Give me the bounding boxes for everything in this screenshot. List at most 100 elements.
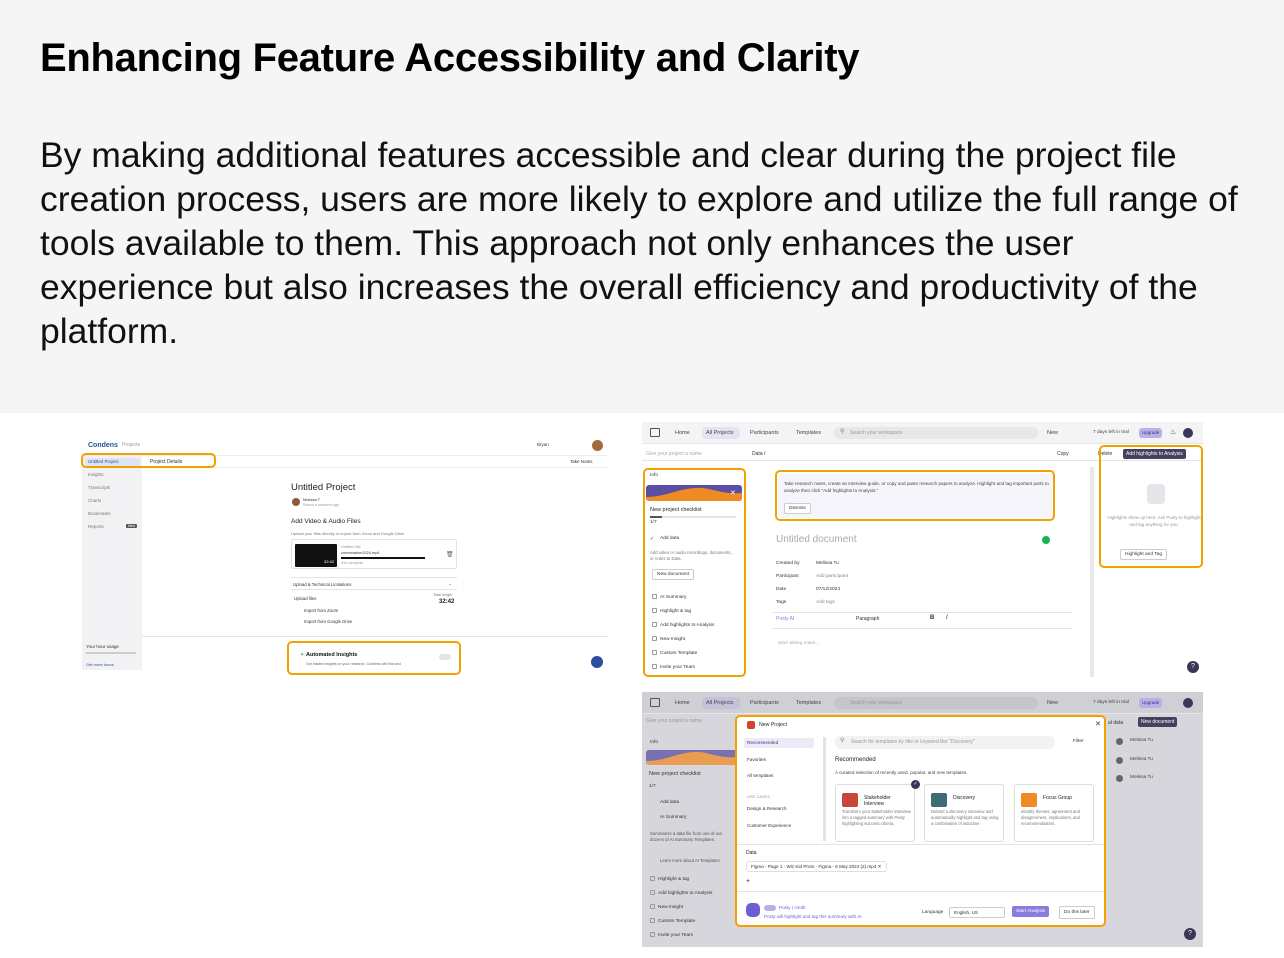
file-progress: 4% complete bbox=[341, 561, 363, 565]
sidebar-item-transcripts[interactable]: Transcripts bbox=[88, 485, 110, 490]
search-input[interactable]: Search your workspace bbox=[834, 697, 1038, 709]
file-card: 32:42 Untitled file conversation2024.mp4… bbox=[291, 539, 457, 569]
author-avatar bbox=[292, 498, 300, 506]
nav-all-projects[interactable]: All Projects bbox=[706, 700, 734, 706]
checklist-title: New project checklist bbox=[649, 771, 701, 777]
nav-templates[interactable]: Templates bbox=[796, 430, 821, 436]
upload-files-link[interactable]: Upload files bbox=[294, 596, 316, 601]
sidebar-item-insights[interactable]: Insights bbox=[88, 472, 104, 477]
chat-icon[interactable] bbox=[591, 656, 603, 668]
app-logo: Condens bbox=[88, 442, 118, 449]
field-date[interactable]: Date 07/12/2024 bbox=[776, 587, 840, 592]
sidebar-toggle-icon[interactable] bbox=[650, 428, 660, 437]
total-length-label: Total length bbox=[433, 593, 453, 597]
highlight-notice bbox=[775, 470, 1055, 521]
sidebar: Untitled Project Insights Transcripts Ch… bbox=[82, 456, 142, 670]
usage-label: Your hour usage bbox=[86, 644, 119, 649]
import-zoom-link[interactable]: Import from Zoom bbox=[304, 608, 338, 613]
data-row-owner[interactable]: Melissa Tu bbox=[1130, 775, 1153, 780]
ai-summary-sub: Summarize a data file from one of our do… bbox=[650, 831, 722, 842]
upload-progress bbox=[341, 557, 425, 559]
add-data-item[interactable]: Add data bbox=[660, 800, 679, 805]
highlight-analysis bbox=[1099, 445, 1203, 568]
checklist-item-highlight[interactable]: Highlight & tag bbox=[650, 876, 689, 882]
chevron-down-icon[interactable]: ⌄ bbox=[448, 581, 452, 587]
sidebar-item-bookmarks[interactable]: Bookmarks bbox=[88, 511, 111, 516]
checklist-item-add-highlights[interactable]: Add highlights to Analysis bbox=[650, 890, 712, 896]
document-title[interactable]: Untitled document bbox=[776, 534, 857, 545]
new-button[interactable]: New bbox=[1047, 430, 1058, 436]
project-name-input[interactable]: Give your project a name bbox=[646, 718, 702, 724]
paragraph-select[interactable]: Paragraph bbox=[856, 616, 879, 622]
data-tab[interactable]: al data bbox=[1108, 720, 1123, 726]
nav-home[interactable]: Home bbox=[675, 700, 690, 706]
usage-link[interactable]: Get more hours bbox=[86, 662, 114, 667]
usage-bar bbox=[86, 652, 136, 654]
new-document-button[interactable]: New document bbox=[1138, 717, 1178, 727]
upgrade-button[interactable]: Upgrade bbox=[1139, 698, 1163, 708]
italic-icon[interactable]: I bbox=[946, 615, 948, 621]
ai-learn-link[interactable]: Learn more about AI Templates bbox=[660, 858, 720, 863]
upgrade-button[interactable]: Upgrade bbox=[1139, 428, 1163, 438]
nav-templates[interactable]: Templates bbox=[796, 700, 821, 706]
field-created-by: Created by Melissa Tu bbox=[776, 561, 839, 566]
author-name: Melissa T bbox=[303, 497, 321, 502]
trash-icon[interactable]: 🗑 bbox=[446, 551, 454, 558]
data-row-owner[interactable]: Melissa Tu bbox=[1130, 757, 1153, 762]
add-video-title: Add Video & Audio Files bbox=[291, 518, 361, 525]
new-button[interactable]: New bbox=[1047, 700, 1058, 706]
trial-status: 7 days left in trial bbox=[1093, 700, 1129, 705]
intro-paragraph: By making additional features accessible… bbox=[40, 135, 1238, 351]
new-badge: New bbox=[126, 524, 138, 528]
bell-icon[interactable]: ♨ bbox=[1170, 428, 1176, 436]
checklist-banner bbox=[646, 750, 738, 765]
sidebar-toggle-icon[interactable] bbox=[650, 698, 660, 707]
help-icon[interactable]: ? bbox=[1184, 928, 1196, 940]
checklist-item-invite-team[interactable]: Invite your Team bbox=[650, 932, 693, 938]
nav-participants[interactable]: Participants bbox=[750, 700, 779, 706]
nav-participants[interactable]: Participants bbox=[750, 430, 779, 436]
bold-icon[interactable]: B bbox=[930, 615, 934, 621]
nav-home[interactable]: Home bbox=[675, 430, 690, 436]
copy-button[interactable]: Copy bbox=[1057, 451, 1069, 457]
help-icon[interactable]: ? bbox=[1187, 661, 1199, 673]
field-participant[interactable]: Participant Add participant bbox=[776, 574, 848, 579]
project-title[interactable]: Untitled Project bbox=[291, 482, 355, 493]
top-nav: Home All Projects Participants Templates… bbox=[642, 422, 1203, 444]
sidebar-item-charts[interactable]: Charts bbox=[88, 498, 101, 503]
avatar[interactable] bbox=[1183, 698, 1193, 708]
highlight-sidebar-project bbox=[81, 453, 216, 468]
field-tags[interactable]: Tags Add tags bbox=[776, 600, 835, 605]
highlight-automated-insights bbox=[287, 641, 461, 675]
section-title[interactable]: Upload & Technical Limitations bbox=[293, 582, 351, 587]
project-name-input[interactable]: Give your project a name bbox=[646, 451, 702, 457]
top-nav: Home All Projects Participants Templates… bbox=[642, 692, 1203, 714]
search-input[interactable]: Search your workspace bbox=[834, 427, 1038, 439]
user-name[interactable]: Bryan bbox=[537, 442, 549, 447]
checklist-count: 1/7 bbox=[649, 784, 656, 789]
checklist-item-new-insight[interactable]: New Insight bbox=[650, 904, 683, 910]
data-row-owner[interactable]: Melissa Tu bbox=[1130, 738, 1153, 743]
highlight-checklist bbox=[643, 468, 746, 677]
video-thumbnail[interactable]: 32:42 bbox=[295, 544, 337, 567]
checklist-item-custom-template[interactable]: Custom Template bbox=[650, 918, 695, 924]
posty-ai-button[interactable]: Posty AI bbox=[776, 616, 794, 622]
screenshot-project-details: Condens Projects Bryan Project Details T… bbox=[82, 438, 608, 670]
highlight-modal bbox=[735, 715, 1106, 927]
file-label: Untitled file bbox=[341, 544, 361, 549]
editor-placeholder[interactable]: Start taking notes... bbox=[778, 641, 819, 646]
page-title: Enhancing Feature Accessibility and Clar… bbox=[40, 36, 860, 80]
breadcrumb[interactable]: Data / bbox=[752, 451, 765, 457]
take-notes-button[interactable]: Take Notes bbox=[570, 459, 593, 464]
avatar[interactable] bbox=[592, 440, 603, 451]
scrollbar[interactable] bbox=[1090, 467, 1094, 677]
nav-all-projects[interactable]: All Projects bbox=[706, 430, 734, 436]
sidebar-item-reports[interactable]: Reports bbox=[88, 524, 104, 529]
app-logo-sub: Projects bbox=[122, 442, 141, 448]
add-video-sub: Upload your files directly or import fro… bbox=[291, 531, 405, 536]
search-icon: ⚲ bbox=[840, 429, 845, 435]
avatar[interactable] bbox=[1183, 428, 1193, 438]
ai-summary-item[interactable]: AI Summary bbox=[660, 815, 686, 820]
info-tab[interactable]: Info bbox=[650, 740, 658, 745]
import-drive-link[interactable]: Import from Google Drive bbox=[304, 619, 352, 624]
